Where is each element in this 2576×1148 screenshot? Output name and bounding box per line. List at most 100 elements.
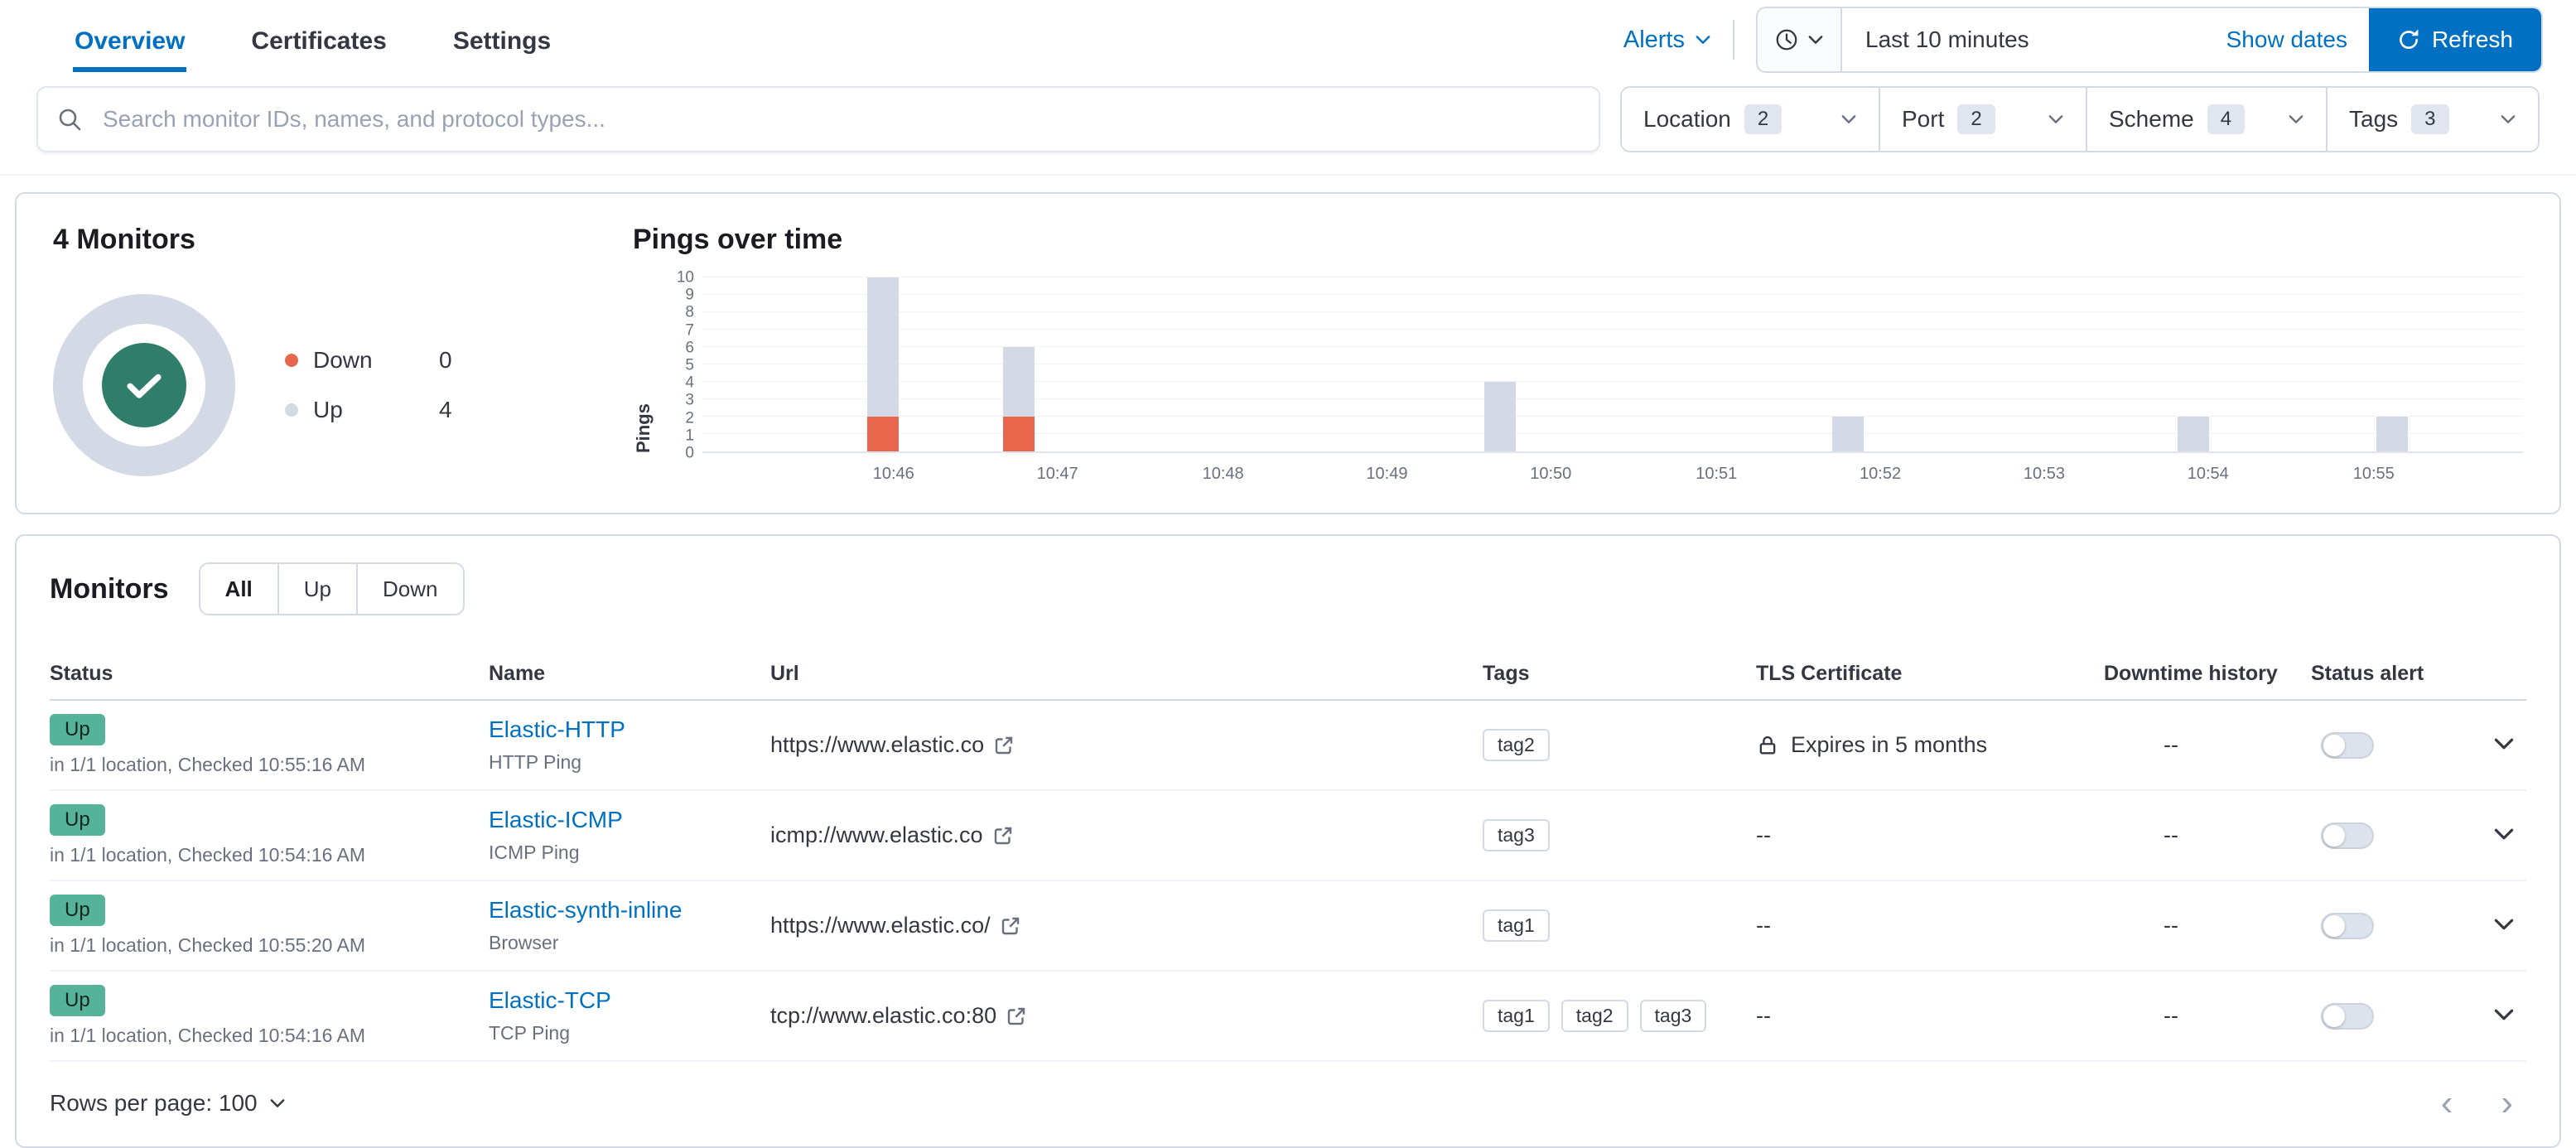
tab-overview[interactable]: Overview <box>73 7 187 72</box>
monitor-url-link[interactable]: tcp://www.elastic.co:80 <box>770 1003 1483 1029</box>
expand-row-button[interactable] <box>2493 918 2515 933</box>
date-picker-group: Last 10 minutes Show dates Refresh <box>1756 7 2543 73</box>
downtime-value: -- <box>2164 913 2178 938</box>
filter-label: Scheme <box>2109 106 2194 132</box>
monitor-url-link[interactable]: icmp://www.elastic.co <box>770 822 1483 848</box>
x-axis-ticks: 10:46 10:47 10:48 10:49 10:50 10:51 10:52 10:53… <box>702 453 2523 493</box>
monitor-name-link[interactable]: Elastic-synth-inline <box>489 897 682 924</box>
next-page-button[interactable]: › <box>2501 1085 2513 1121</box>
all-up-indicator <box>102 343 186 427</box>
monitors-panel: Monitors All Up Down Status Name Url Tag… <box>15 534 2561 1148</box>
status-badge: Up <box>50 895 105 926</box>
y-tick-label: 3 <box>685 391 694 409</box>
chevron-down-icon <box>2288 114 2304 124</box>
time-range-value[interactable]: Last 10 minutes <box>1842 8 2205 71</box>
status-alert-toggle[interactable] <box>2321 912 2374 939</box>
filter-scheme[interactable]: Scheme 4 <box>2086 88 2326 151</box>
monitor-type: HTTP Ping <box>489 751 582 773</box>
down-dot-icon <box>285 354 298 367</box>
ping-bar <box>2376 277 2408 451</box>
chevron-down-icon <box>2493 918 2515 931</box>
alerts-dropdown[interactable]: Alerts <box>1623 27 1711 54</box>
search-input[interactable] <box>36 86 1600 152</box>
column-header-url: Url <box>770 662 799 685</box>
ping-bar-up-segment <box>866 277 899 417</box>
column-header-name: Name <box>489 662 546 685</box>
tls-expiry: -- <box>1756 1003 1771 1028</box>
table-row: Up in 1/1 location, Checked 10:54:16 AM … <box>50 972 2526 1062</box>
gridline <box>702 329 2523 330</box>
view-down-button[interactable]: Down <box>356 564 463 614</box>
toggle-knob <box>2323 734 2345 756</box>
status-alert-toggle[interactable] <box>2321 822 2374 849</box>
status-detail: in 1/1 location, Checked 10:54:16 AM <box>50 844 366 866</box>
show-dates-button[interactable]: Show dates <box>2205 8 2369 71</box>
x-tick-label: 10:52 <box>1860 465 1902 483</box>
expand-row-button[interactable] <box>2493 737 2515 753</box>
monitor-url-link[interactable]: https://www.elastic.co/ <box>770 913 1483 938</box>
column-header-downtime: Downtime history <box>2104 662 2278 685</box>
tag-badge[interactable]: tag2 <box>1483 729 1550 761</box>
monitor-url-link[interactable]: https://www.elastic.co <box>770 732 1483 758</box>
toggle-knob <box>2323 824 2345 847</box>
tag-badge[interactable]: tag2 <box>1561 1000 1628 1032</box>
snapshot-title: 4 Monitors <box>53 224 195 255</box>
tls-expiry: Expires in 5 months <box>1791 732 1988 757</box>
filter-location[interactable]: Location 2 <box>1622 88 1879 151</box>
status-badge: Up <box>50 804 105 836</box>
alerts-label: Alerts <box>1623 26 1685 53</box>
pings-chart-section: Pings over time Pings 0 1 2 3 4 5 6 7 8 9 10 10:46… <box>633 224 2523 493</box>
tls-expiry: -- <box>1756 822 1771 847</box>
expand-row-button[interactable] <box>2493 1008 2515 1024</box>
refresh-label: Refresh <box>2431 27 2513 52</box>
y-tick-label: 4 <box>685 374 694 392</box>
legend-value: 4 <box>439 397 452 422</box>
x-tick-label: 10:55 <box>2352 465 2395 483</box>
status-detail: in 1/1 location, Checked 10:54:16 AM <box>50 1025 366 1046</box>
monitor-type: ICMP Ping <box>489 842 580 863</box>
y-tick-label: 9 <box>685 286 694 304</box>
chevron-down-icon <box>1695 35 1711 45</box>
chevron-down-icon <box>2493 1008 2515 1021</box>
check-icon <box>120 361 168 409</box>
gridline <box>702 381 2523 382</box>
filter-count-badge: 3 <box>2411 104 2449 134</box>
tag-badge[interactable]: tag1 <box>1483 1000 1550 1032</box>
status-alert-toggle[interactable] <box>2321 1002 2374 1030</box>
view-all-button[interactable]: All <box>200 564 277 614</box>
gridline <box>702 294 2523 295</box>
refresh-button[interactable]: Refresh <box>2368 8 2541 71</box>
search-filter-bar: Location 2 Port 2 Scheme 4 Tags 3 <box>0 80 2576 176</box>
time-quick-select-button[interactable] <box>1758 8 1842 71</box>
monitor-name-link[interactable]: Elastic-ICMP <box>489 807 623 833</box>
rows-per-page-button[interactable]: Rows per page: 100 <box>50 1090 286 1117</box>
expand-row-button[interactable] <box>2493 827 2515 843</box>
tag-badge[interactable]: tag1 <box>1483 909 1550 942</box>
tag-badge[interactable]: tag3 <box>1639 1000 1707 1032</box>
tag-badge[interactable]: tag3 <box>1483 819 1550 851</box>
y-axis-ticks: 0 1 2 3 4 5 6 7 8 9 10 <box>654 270 702 461</box>
tab-certificates[interactable]: Certificates <box>249 7 388 72</box>
table-footer: Rows per page: 100 ‹ › <box>50 1062 2526 1146</box>
filter-port[interactable]: Port 2 <box>1879 88 2086 151</box>
previous-page-button[interactable]: ‹ <box>2441 1085 2453 1121</box>
status-detail: in 1/1 location, Checked 10:55:20 AM <box>50 934 366 956</box>
tab-settings[interactable]: Settings <box>451 7 552 72</box>
pings-bar-chart: Pings 0 1 2 3 4 5 6 7 8 9 10 <box>633 270 2523 461</box>
legend-value: 0 <box>439 347 452 373</box>
filter-tags[interactable]: Tags 3 <box>2326 88 2538 151</box>
chevron-down-icon <box>2048 114 2064 124</box>
monitor-name-link[interactable]: Elastic-TCP <box>489 987 611 1014</box>
view-up-button[interactable]: Up <box>277 564 357 614</box>
toggle-knob <box>2323 1005 2345 1027</box>
legend-label: Up <box>313 397 343 422</box>
y-tick-label: 2 <box>685 409 694 427</box>
ping-bar-down-segment <box>866 417 899 451</box>
gridline <box>702 398 2523 399</box>
monitor-name-link[interactable]: Elastic-HTTP <box>489 716 625 743</box>
status-alert-toggle[interactable] <box>2321 731 2374 759</box>
column-header-tags: Tags <box>1483 662 1530 685</box>
clock-icon <box>1774 27 1799 52</box>
gridline <box>702 416 2523 417</box>
ping-bar-up-segment <box>1831 417 1864 451</box>
